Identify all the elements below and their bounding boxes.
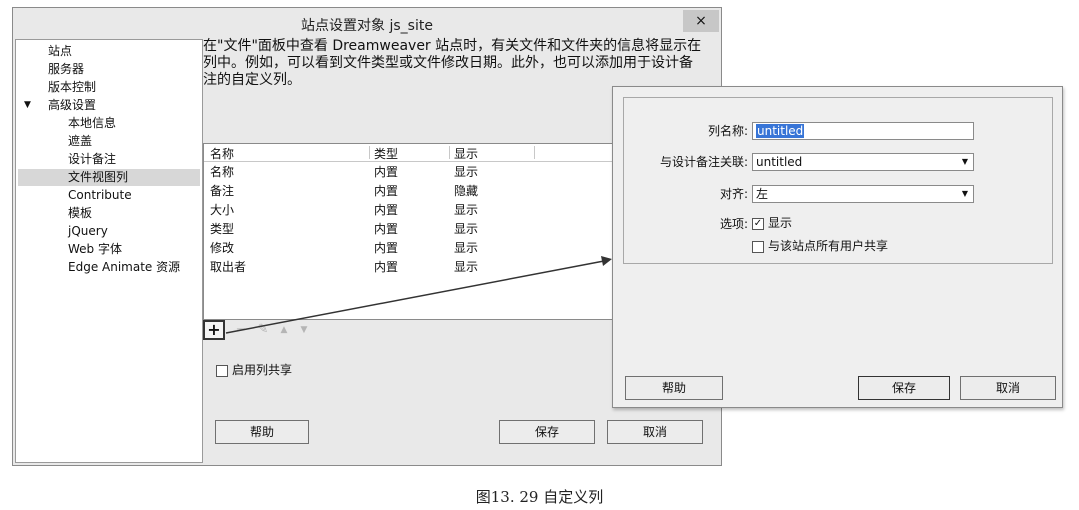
share-option[interactable]: 与该站点所有用户共享 <box>752 237 888 254</box>
align-select[interactable]: 左 ▼ <box>752 185 974 203</box>
share-checkbox[interactable] <box>752 240 764 253</box>
column-edit-dialog: 列名称: untitled 与设计备注关联: untitled ▼ 对齐: 左 … <box>612 86 1063 408</box>
column-settings-group: 列名称: untitled 与设计备注关联: untitled ▼ 对齐: 左 … <box>623 97 1053 264</box>
chevron-down-icon: ▼ <box>961 157 969 166</box>
save-button[interactable]: 保存 <box>858 376 950 400</box>
chevron-down-icon: ▼ <box>961 189 969 198</box>
help-button[interactable]: 帮助 <box>625 376 723 400</box>
design-note-value: untitled <box>756 155 803 169</box>
cancel-button[interactable]: 取消 <box>960 376 1056 400</box>
column-name-label: 列名称: <box>707 124 748 138</box>
column-name-value: untitled <box>756 124 805 138</box>
options-label: 选项: <box>719 217 748 231</box>
column-name-input[interactable]: untitled <box>752 122 974 140</box>
figure-caption: 图13. 29 自定义列 <box>475 488 604 506</box>
align-label: 对齐: <box>719 187 748 201</box>
design-note-select[interactable]: untitled ▼ <box>752 153 974 171</box>
align-value: 左 <box>756 187 769 201</box>
show-label: 显示 <box>768 216 793 230</box>
show-checkbox[interactable]: ✓ <box>752 217 764 230</box>
show-option[interactable]: ✓ 显示 <box>752 214 792 231</box>
design-note-label: 与设计备注关联: <box>659 155 748 169</box>
share-label: 与该站点所有用户共享 <box>768 239 889 253</box>
